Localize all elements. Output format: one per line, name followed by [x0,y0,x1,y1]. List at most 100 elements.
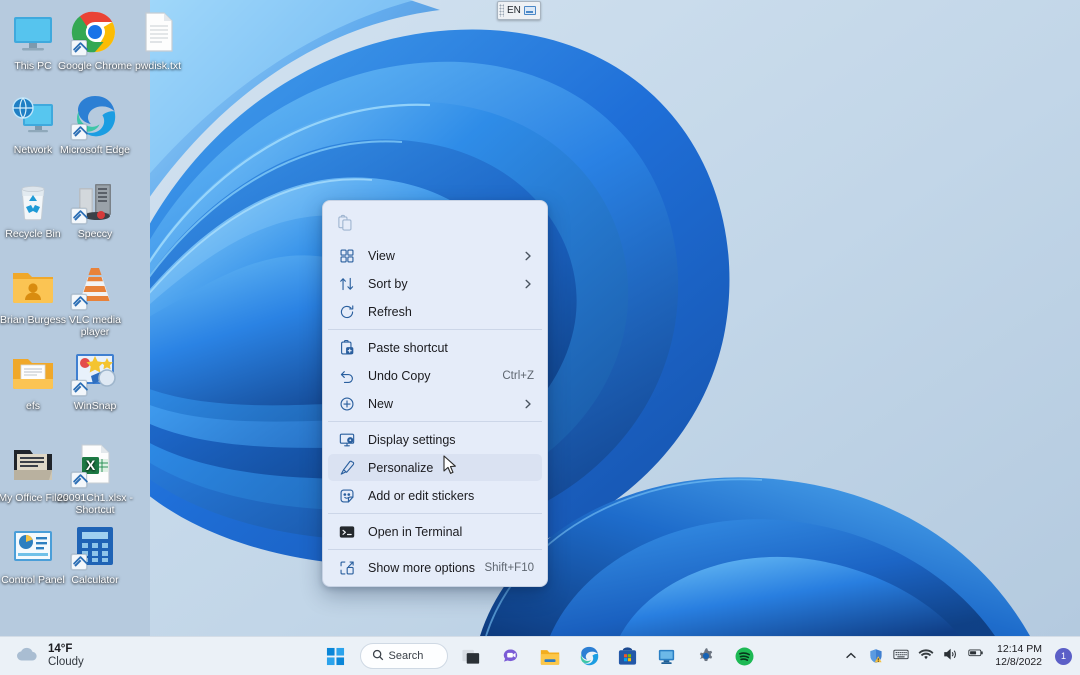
context-menu-item-label: Refresh [368,304,412,319]
context-menu-separator [328,421,542,422]
desktop-icon-excel-shortcut[interactable]: X 20091Ch1.xlsx - Shortcut [56,440,134,516]
clock[interactable]: 12:14 PM 12/8/2022 [995,643,1042,669]
grid-view-icon [338,247,356,265]
desktop-icon-microsoft-edge[interactable]: Microsoft Edge [56,92,134,157]
battery-icon[interactable] [968,648,984,664]
context-menu-item-label: Sort by [368,276,408,291]
context-menu-item-label: View [368,248,395,263]
taskbar[interactable]: 14°F Cloudy Search 12:14 PM 12/8/2022 1 [0,636,1080,675]
search-box[interactable]: Search [359,643,448,669]
shortcut-badge-icon [71,208,87,224]
context-menu-item-label: Personalize [368,460,434,475]
context-menu-header [326,205,544,241]
shortcut-badge-icon [71,472,87,488]
context-menu-item-personalize[interactable]: Personalize [328,454,542,481]
desktop-icon-calculator[interactable]: Calculator [56,522,134,587]
google-chrome-icon [71,8,119,56]
microsoft-edge-icon [71,92,119,140]
plus-circle-icon [338,395,356,413]
context-menu-item-label: Display settings [368,432,456,447]
desktop-icon-label: Calculator [71,574,119,586]
chevron-right-icon [522,250,534,262]
taskbar-app-file-explorer[interactable] [535,641,565,671]
svg-text:X: X [86,457,96,473]
system-tray[interactable]: 12:14 PM 12/8/2022 1 [843,637,1072,675]
clock-time: 12:14 PM [997,643,1042,655]
context-menu-item-new[interactable]: New [328,390,542,417]
keyboard-icon[interactable] [523,6,536,15]
sticker-icon [338,487,356,505]
shortcut-badge-icon [71,294,87,310]
taskbar-app-spotify[interactable] [730,641,760,671]
desktop-icon-speccy[interactable]: Speccy [56,176,134,241]
context-menu-item-refresh[interactable]: Refresh [328,298,542,325]
context-menu-item-view[interactable]: View [328,242,542,269]
paste-shortcut-icon [338,339,356,357]
taskbar-app-microsoft-store[interactable] [613,641,643,671]
security-warning-icon[interactable] [868,648,884,664]
wifi-icon[interactable] [918,648,934,664]
paintbrush-icon [338,459,356,477]
context-menu-item-list[interactable]: View Sort by Refresh Paste shortcut Undo Cop… [326,242,544,581]
language-bar[interactable]: EN [497,1,541,20]
clock-date: 12/8/2022 [995,656,1042,668]
taskbar-app-remote-desktop[interactable] [652,641,682,671]
desktop-icon-label: WinSnap [73,400,117,412]
recycle-bin-icon [9,176,57,224]
text-file-icon [134,8,182,56]
context-menu-item-undo-copy[interactable]: Undo Copy Ctrl+Z [328,362,542,389]
shortcut-badge-icon [71,380,87,396]
network-icon [9,92,57,140]
calculator-icon [71,522,119,570]
desktop-icon-label: Speccy [77,228,113,240]
context-menu-item-add-or-edit-stickers[interactable]: Add or edit stickers [328,482,542,509]
document-folder-icon [9,348,57,396]
context-menu-item-show-more-options[interactable]: Show more options Shift+F10 [328,554,542,581]
chevron-right-icon [522,278,534,290]
vlc-icon [71,262,119,310]
context-menu-item-shortcut: Shift+F10 [484,561,534,574]
desktop-icon-label: 20091Ch1.xlsx - Shortcut [57,492,133,516]
search-label: Search [388,650,424,662]
language-code[interactable]: EN [504,5,524,16]
start-button[interactable] [321,641,351,671]
context-menu-item-sort-by[interactable]: Sort by [328,270,542,297]
show-hidden-icons-icon[interactable] [843,648,859,664]
context-menu-item-open-in-terminal[interactable]: Open in Terminal [328,518,542,545]
notification-badge[interactable]: 1 [1055,647,1072,665]
taskbar-app-task-view[interactable] [457,641,487,671]
context-menu-item-shortcut: Ctrl+Z [502,369,534,382]
volume-icon[interactable] [943,648,959,664]
control-panel-icon [9,522,57,570]
context-menu-item-label: Undo Copy [368,368,431,383]
winsnap-icon [71,348,119,396]
paste-clipboard-icon[interactable] [336,214,354,232]
user-folder-icon [9,262,57,310]
refresh-icon [338,303,356,321]
undo-icon [338,367,356,385]
context-menu-item-label: New [368,396,394,411]
office-folder-icon [9,440,57,488]
desktop-icon-vlc-media-player[interactable]: VLC media player [56,262,134,338]
context-menu-separator [328,329,542,330]
sort-arrows-icon [338,275,356,293]
context-menu-item-label: Paste shortcut [368,340,448,355]
desktop-icon-winsnap[interactable]: WinSnap [56,348,134,413]
context-menu-item-paste-shortcut[interactable]: Paste shortcut [328,334,542,361]
taskbar-app-chat[interactable] [496,641,526,671]
desktop-icon-pwdisk-txt[interactable]: pwdisk.txt [119,8,197,73]
taskbar-app-microsoft-edge[interactable] [574,641,604,671]
shortcut-badge-icon [71,124,87,140]
context-menu-item-display-settings[interactable]: Display settings [328,426,542,453]
desktop-context-menu[interactable]: View Sort by Refresh Paste shortcut Undo Cop… [322,200,548,587]
touch-keyboard-icon[interactable] [893,648,909,664]
taskbar-app-settings[interactable] [691,641,721,671]
shortcut-badge-icon [71,40,87,56]
speccy-icon [71,176,119,224]
terminal-icon [338,523,356,541]
shortcut-badge-icon [71,554,87,570]
desktop-icon-label: pwdisk.txt [134,60,182,72]
desktop[interactable]: EN This PC Google Chrome pwdisk.txt Netw… [0,0,1080,675]
search-icon [372,649,384,664]
context-menu-item-label: Show more options [368,560,476,575]
